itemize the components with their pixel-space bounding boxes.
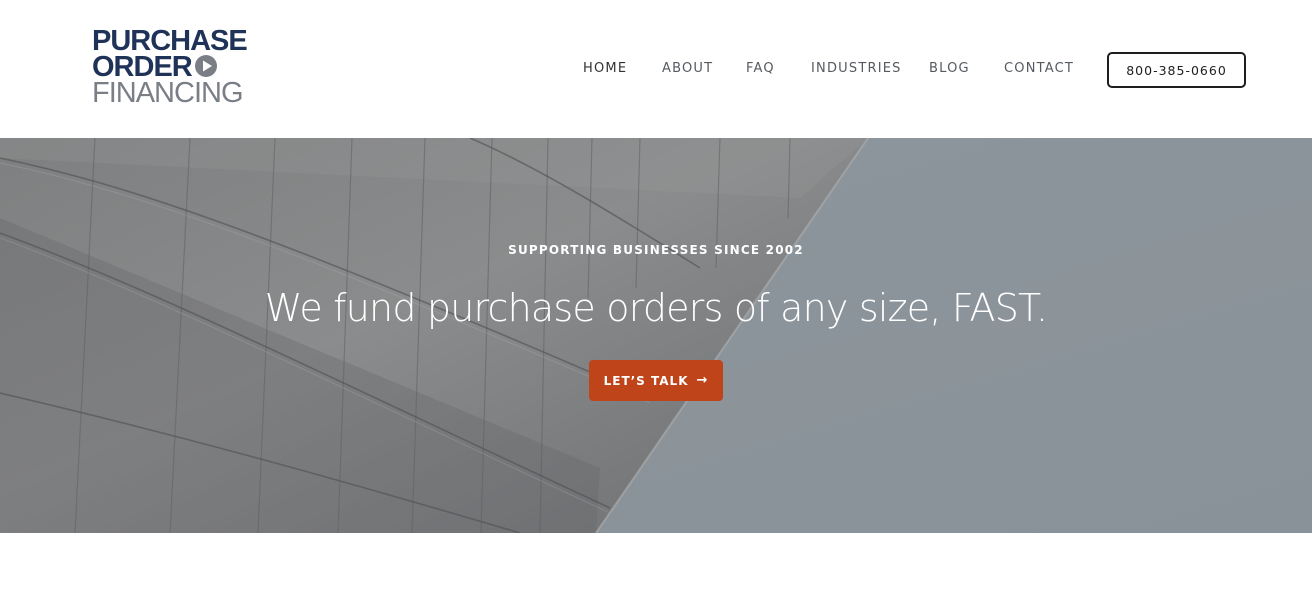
- play-icon: [194, 55, 217, 78]
- nav-item-faq[interactable]: FAQ: [746, 61, 775, 76]
- logo[interactable]: PURCHASE ORDER FINANCING: [92, 27, 252, 109]
- hero-section: SUPPORTING BUSINESSES SINCE 2002 We fund…: [0, 138, 1312, 533]
- nav-item-home[interactable]: HOME: [583, 61, 627, 76]
- site-header: PURCHASE ORDER FINANCING HOME ABOUT FAQ …: [0, 0, 1312, 138]
- hero-eyebrow: SUPPORTING BUSINESSES SINCE 2002: [508, 243, 804, 257]
- phone-button[interactable]: 800-385-0660: [1107, 52, 1246, 88]
- logo-line-financing: FINANCING: [92, 77, 244, 109]
- hero-background-image: [0, 138, 1312, 533]
- lets-talk-button[interactable]: LET’S TALK →: [589, 360, 723, 401]
- cta-label: LET’S TALK: [603, 373, 689, 388]
- nav-item-about[interactable]: ABOUT: [662, 61, 713, 76]
- arrow-right-icon: →: [696, 373, 709, 388]
- nav-item-contact[interactable]: CONTACT: [1004, 61, 1074, 76]
- page-content-area: [0, 533, 1312, 600]
- nav-item-blog[interactable]: BLOG: [929, 61, 970, 76]
- nav-item-industries[interactable]: INDUSTRIES: [811, 61, 902, 76]
- hero-title: We fund purchase orders of any size, FAS…: [264, 286, 1048, 330]
